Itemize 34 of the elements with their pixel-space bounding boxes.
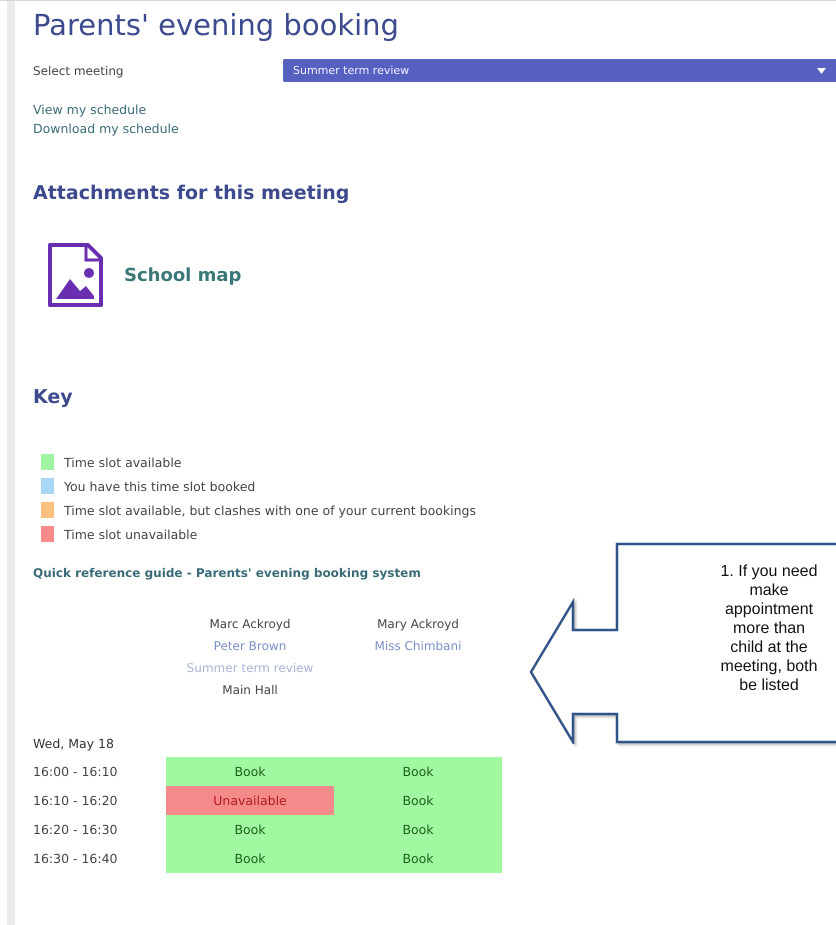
time-slot-button[interactable]: Book: [166, 815, 334, 844]
time-slot-button[interactable]: Book: [334, 757, 502, 786]
guide-link[interactable]: Quick reference guide - Parents' evening booking system: [33, 566, 421, 580]
schedule-link[interactable]: View my schedule: [33, 100, 836, 119]
dropdown-caret-icon: [817, 68, 826, 74]
time-slot-button[interactable]: Book: [334, 844, 502, 873]
time-label: 16:20 - 16:30: [33, 821, 119, 839]
select-label: Select meeting: [33, 64, 125, 78]
time-slot-button[interactable]: Book: [334, 786, 502, 815]
time-slot-button[interactable]: Book: [166, 844, 334, 873]
attachment-link[interactable]: School map: [124, 264, 242, 286]
time-slot-button[interactable]: Book: [166, 757, 334, 786]
meeting-dropdown[interactable]: Summer term review: [283, 59, 836, 82]
legend-label: Time slot available, but clashes with one of your current bookings: [64, 502, 476, 518]
legend-label: Time slot unavailable: [64, 526, 198, 542]
time-label: 16:30 - 16:40: [33, 850, 119, 868]
legend-label: Time slot available: [64, 454, 182, 470]
callout-text: 1. If you need make appointment more than child at the meeting, both be listed: [720, 562, 818, 695]
teacher-link[interactable]: Peter Brown: [214, 639, 286, 653]
time-label: 16:10 - 16:20: [33, 792, 119, 810]
time-label: 16:00 - 16:10: [33, 763, 119, 781]
page-title: Parents' evening booking: [33, 7, 400, 43]
date-label: Wed, May 18: [33, 735, 115, 753]
time-slot-button[interactable]: Book: [334, 815, 502, 844]
legend-label: You have this time slot booked: [64, 478, 256, 494]
schedule-link[interactable]: Download my schedule: [33, 119, 836, 138]
student-name: Mary Ackroyd: [377, 617, 459, 631]
teacher-link[interactable]: Miss Chimbani: [374, 639, 462, 653]
image-file-icon: [47, 242, 104, 308]
section-heading: Attachments for this meeting: [33, 182, 350, 204]
section-heading: Key: [33, 386, 74, 408]
meeting-name: Summer term review: [186, 661, 314, 675]
student-name: Marc Ackroyd: [209, 617, 291, 631]
location-name: Main Hall: [222, 683, 278, 697]
